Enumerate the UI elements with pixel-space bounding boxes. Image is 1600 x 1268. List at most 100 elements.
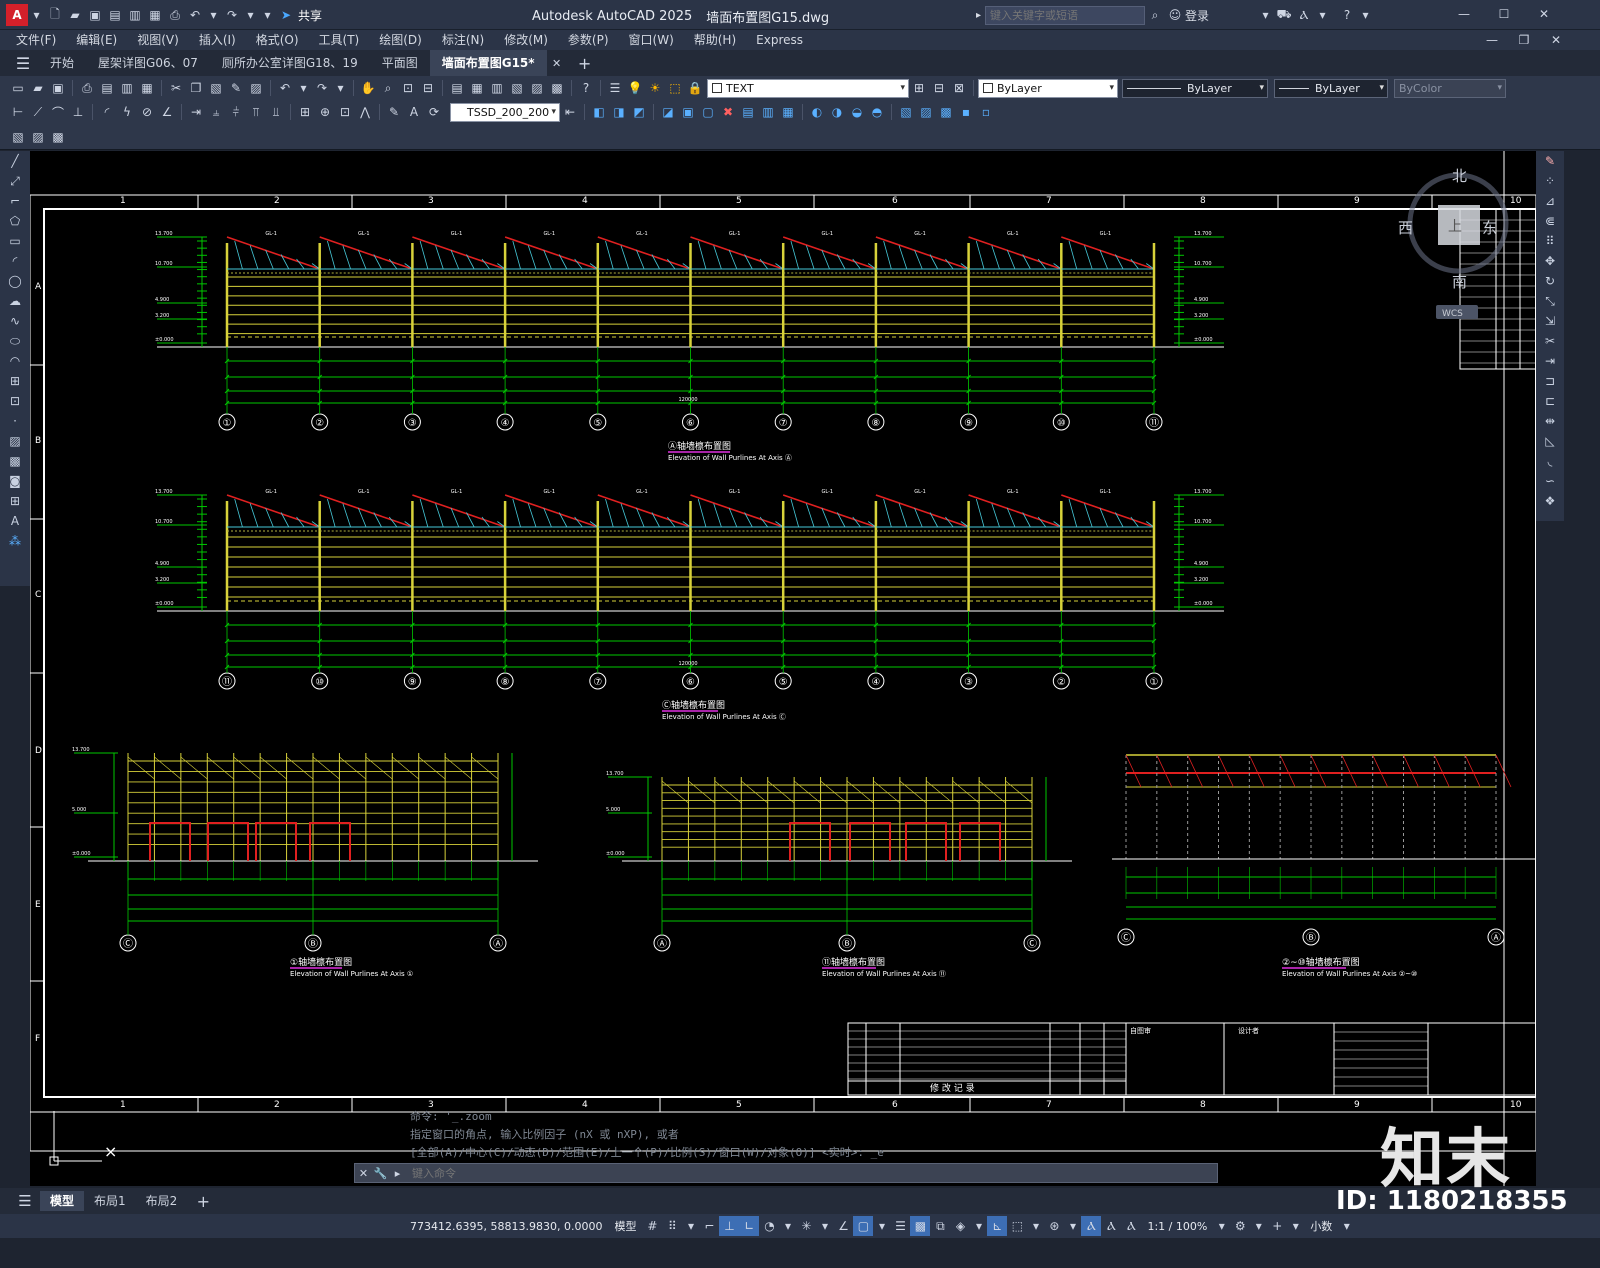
publish-icon[interactable]: ▥ <box>117 78 137 98</box>
3d-osnap-dd-icon[interactable]: ▾ <box>970 1216 987 1236</box>
baseline-dim-icon[interactable]: ⫨ <box>206 102 226 122</box>
layout-tab[interactable]: 布局2 <box>136 1191 188 1211</box>
layer-state-icon[interactable]: ⊠ <box>949 78 969 98</box>
workspace-gear-icon[interactable]: ⚙ <box>1230 1216 1250 1236</box>
view-9-icon[interactable]: ▫ <box>976 102 996 122</box>
file-tab[interactable]: 屋架详图G06、07 <box>86 50 210 76</box>
rotate-tool-icon[interactable]: ↻ <box>1536 271 1564 291</box>
polygon-tool-icon[interactable]: ⬠ <box>0 211 30 231</box>
tool-c-icon[interactable]: ▩ <box>48 127 68 147</box>
view-2-icon[interactable]: ◑ <box>827 102 847 122</box>
ucs-7-icon[interactable]: ✖ <box>718 102 738 122</box>
ordinate-dim-icon[interactable]: ⊥ <box>68 102 88 122</box>
ucs-2-icon[interactable]: ◨ <box>609 102 629 122</box>
menu-item[interactable]: 工具(T) <box>309 30 370 50</box>
viewcube-east-label[interactable]: 东 <box>1482 219 1497 237</box>
redo-icon[interactable]: ↷ <box>222 5 242 25</box>
open-folder-icon[interactable]: ▰ <box>65 5 85 25</box>
maximize-icon[interactable]: ☐ <box>1484 4 1524 24</box>
color-dropdown[interactable]: ByLayer ▾ <box>978 78 1118 98</box>
add-layout-icon[interactable]: + <box>193 1191 213 1211</box>
markup-icon[interactable]: ▨ <box>527 78 547 98</box>
redo-dropdown-icon[interactable]: ▾ <box>242 5 259 25</box>
linetype-dropdown[interactable]: ByLayer ▾ <box>1122 78 1268 98</box>
gradient-tool-icon[interactable]: ▩ <box>0 451 30 471</box>
dim-update-icon[interactable]: ⟳ <box>424 102 444 122</box>
break-point-tool-icon[interactable]: ⊐ <box>1536 371 1564 391</box>
close-icon[interactable]: ✕ <box>1524 4 1564 24</box>
jogged-dim-icon[interactable]: ϟ <box>117 102 137 122</box>
menu-item[interactable]: 插入(I) <box>189 30 246 50</box>
annotation-monitor-icon[interactable]: + <box>1267 1216 1287 1236</box>
file-tab[interactable]: 开始 <box>38 50 86 76</box>
quickcalc-icon[interactable]: ▩ <box>547 78 567 98</box>
layer-freeze-icon[interactable]: ⬚ <box>665 78 685 98</box>
menu-item[interactable]: 帮助(H) <box>684 30 746 50</box>
print-icon[interactable]: ⎙ <box>165 5 185 25</box>
lineweight-icon[interactable]: ☰ <box>890 1216 910 1236</box>
chamfer-tool-icon[interactable]: ◺ <box>1536 431 1564 451</box>
web-save-icon[interactable]: ▦ <box>145 5 165 25</box>
view-6-icon[interactable]: ▨ <box>916 102 936 122</box>
ucs-8-icon[interactable]: ▤ <box>738 102 758 122</box>
table-tool-icon[interactable]: ⊞ <box>0 491 30 511</box>
paste-icon[interactable]: ▧ <box>206 78 226 98</box>
center-mark-icon[interactable]: ⊕ <box>315 102 335 122</box>
menu-item[interactable]: 文件(F) <box>6 30 66 50</box>
make-block-tool-icon[interactable]: ⊡ <box>0 391 30 411</box>
doc-restore-icon[interactable]: ❐ <box>1508 30 1540 50</box>
infer-constraints-icon[interactable]: ⌐ <box>699 1216 719 1236</box>
model-space-button[interactable]: 模型 <box>608 1218 642 1234</box>
share-icon[interactable]: ➤ <box>276 5 296 25</box>
user-icon[interactable]: ☺ <box>1165 5 1185 25</box>
xline-tool-icon[interactable]: ⤢ <box>0 171 30 191</box>
login-button[interactable]: 登录 <box>1185 7 1209 24</box>
login-dropdown-icon[interactable]: ▾ <box>1257 5 1274 25</box>
layer-previous-icon[interactable]: ⊟ <box>929 78 949 98</box>
dim-text-edit-icon[interactable]: A <box>404 102 424 122</box>
plot-icon[interactable]: ⎙ <box>77 78 97 98</box>
open-icon[interactable]: ▰ <box>28 78 48 98</box>
cart-icon[interactable]: ⛟ <box>1274 5 1294 25</box>
app-dropdown-icon[interactable]: ▾ <box>1314 5 1331 25</box>
lineweight-dropdown[interactable]: ByLayer ▾ <box>1274 78 1388 98</box>
join-tool-icon[interactable]: ⇹ <box>1536 411 1564 431</box>
properties-icon[interactable]: ▤ <box>447 78 467 98</box>
tab-close-icon[interactable]: ✕ <box>547 53 567 73</box>
save-icon[interactable]: ▣ <box>85 5 105 25</box>
command-customize-icon[interactable]: 🔧 <box>372 1163 389 1183</box>
layout-tab[interactable]: 布局1 <box>84 1191 136 1211</box>
viewcube-wcs-label[interactable]: WCS <box>1442 309 1463 319</box>
tb-undo-icon[interactable]: ↶ <box>275 78 295 98</box>
erase-tool-icon[interactable]: ✎ <box>1536 151 1564 171</box>
save-as-icon[interactable]: ▤ <box>105 5 125 25</box>
search-arrow-icon[interactable]: ▸ <box>976 10 981 21</box>
osnap-icon[interactable]: ▢ <box>853 1216 874 1236</box>
array-tool-icon[interactable]: ⠿ <box>1536 231 1564 251</box>
customize-dropdown-icon[interactable]: ▾ <box>259 5 276 25</box>
angular-dim-icon[interactable]: ∠ <box>157 102 177 122</box>
file-tab[interactable]: 平面图 <box>370 50 430 76</box>
3d-print-icon[interactable]: ▦ <box>137 78 157 98</box>
snap-dd-icon[interactable]: ▾ <box>682 1216 699 1236</box>
pan-icon[interactable]: ✋ <box>358 78 378 98</box>
zoom-realtime-icon[interactable]: ⌕ <box>378 78 398 98</box>
inspection-icon[interactable]: ⊡ <box>335 102 355 122</box>
fillet-tool-icon[interactable]: ◟ <box>1536 451 1564 471</box>
workspace-dd-icon[interactable]: ▾ <box>1250 1216 1267 1236</box>
view-5-icon[interactable]: ▧ <box>896 102 916 122</box>
menu-item[interactable]: Express <box>746 30 813 50</box>
tool-a-icon[interactable]: ▧ <box>8 127 28 147</box>
dim-break-icon[interactable]: ⫫ <box>266 102 286 122</box>
menu-item[interactable]: 编辑(E) <box>66 30 127 50</box>
cut-icon[interactable]: ✂ <box>166 78 186 98</box>
quick-dim-icon[interactable]: ⇥ <box>186 102 206 122</box>
dimstyle-dropdown[interactable]: TSSD_200_200 ▾ <box>450 102 560 122</box>
snap-icon[interactable]: ⠿ <box>662 1216 682 1236</box>
zoom-previous-icon[interactable]: ⊟ <box>418 78 438 98</box>
viewcube[interactable]: 上 北 西 东 南 WCS <box>1398 167 1509 319</box>
search-icon[interactable]: ⌕ <box>1145 5 1165 25</box>
make-current-layer-icon[interactable]: ⊞ <box>909 78 929 98</box>
break-tool-icon[interactable]: ⊏ <box>1536 391 1564 411</box>
ellipse-tool-icon[interactable]: ⬭ <box>0 331 30 351</box>
